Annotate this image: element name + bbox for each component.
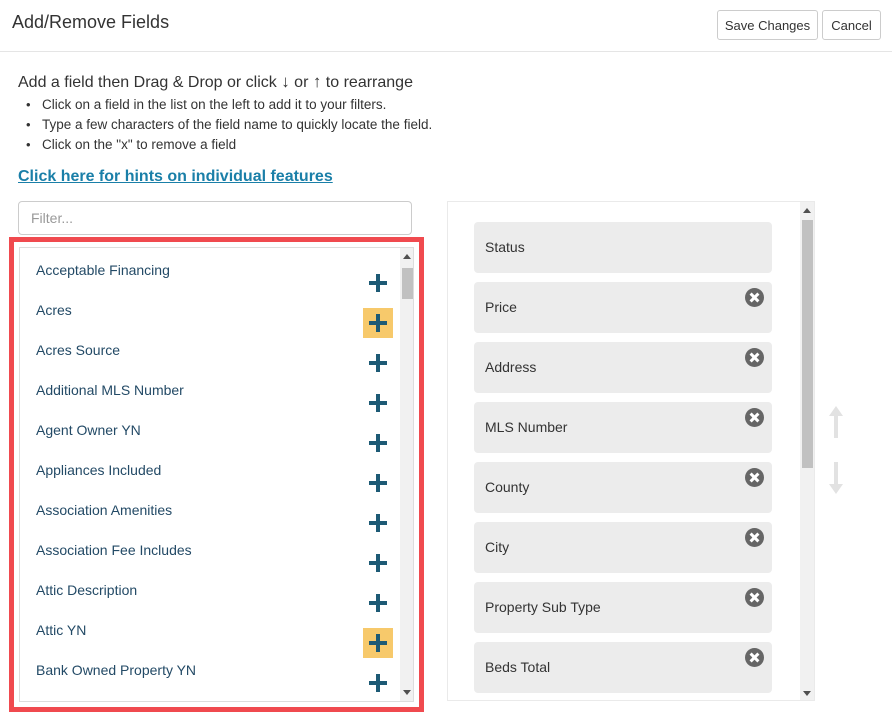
cancel-button[interactable]: Cancel — [822, 10, 881, 40]
available-field-row[interactable]: Bank Owned Property YN — [20, 648, 398, 692]
instruction-item: Type a few characters of the field name … — [26, 117, 432, 137]
available-field-label: Attic Description — [36, 582, 138, 598]
instructions-list: Click on a field in the list on the left… — [26, 97, 432, 157]
selected-field-item[interactable]: Beds Total — [474, 642, 772, 693]
available-field-label: Attic YN — [36, 622, 87, 638]
instruction-item: Click on a field in the list on the left… — [26, 97, 432, 117]
hints-link[interactable]: Click here for hints on individual featu… — [18, 168, 333, 186]
available-field-label: Additional MLS Number — [36, 382, 184, 398]
selected-field-item[interactable]: Address — [474, 342, 772, 393]
arrow-down-icon[interactable] — [826, 460, 846, 494]
arrow-down-glyph: ↓ — [281, 72, 290, 91]
filter-input[interactable] — [18, 201, 412, 235]
available-field-row[interactable]: Acceptable Financing — [20, 248, 398, 292]
add-field-button[interactable] — [363, 668, 393, 698]
remove-circle-x-icon[interactable] — [745, 408, 764, 427]
dialog-header: Add/Remove Fields Save Changes Cancel — [0, 0, 892, 52]
selected-field-item[interactable]: City — [474, 522, 772, 573]
available-field-row[interactable]: Acres Source — [20, 328, 398, 372]
instructions-lead-suffix: to rearrange — [321, 74, 413, 91]
remove-circle-x-icon[interactable] — [745, 528, 764, 547]
selected-field-label: Beds Total — [485, 659, 551, 675]
selected-fields-panel: Status Price Address MLS Number County City Pr… — [447, 201, 815, 701]
available-field-label: Acres Source — [36, 342, 121, 358]
arrow-down-shaft — [834, 462, 838, 486]
scroll-up-arrow-icon[interactable] — [403, 254, 411, 259]
available-field-row[interactable]: Attic Description — [20, 568, 398, 612]
available-field-row[interactable]: Acres — [20, 288, 398, 338]
dialog-title: Add/Remove Fields — [12, 12, 170, 32]
arrow-up-icon[interactable] — [826, 406, 846, 440]
available-field-label: Acceptable Financing — [36, 262, 170, 278]
selected-field-label: Property Sub Type — [485, 599, 601, 615]
remove-circle-x-icon[interactable] — [745, 648, 764, 667]
selected-field-item[interactable]: MLS Number — [474, 402, 772, 453]
scrollbar-thumb[interactable] — [402, 268, 413, 299]
available-fields-list: Acceptable Financing Acres Acres Source Add… — [19, 247, 414, 702]
selected-field-item[interactable]: County — [474, 462, 772, 513]
selected-field-label: County — [485, 479, 530, 495]
arrow-down-head — [829, 484, 843, 494]
scrollbar-thumb[interactable] — [802, 220, 813, 468]
available-fields-scrollbar[interactable] — [400, 248, 413, 701]
selected-field-label: Price — [485, 299, 517, 315]
instruction-item: Click on the "x" to remove a field — [26, 137, 432, 157]
remove-circle-x-icon[interactable] — [745, 288, 764, 307]
selected-field-label: MLS Number — [485, 419, 568, 435]
available-field-row[interactable]: Attic YN — [20, 608, 398, 658]
scroll-up-arrow-icon[interactable] — [803, 208, 811, 213]
available-field-label: Agent Owner YN — [36, 422, 141, 438]
selected-field-label: Status — [485, 239, 525, 255]
instructions-lead-text: Add a field then Drag & Drop or click — [18, 74, 282, 91]
available-field-label: Association Fee Includes — [36, 542, 192, 558]
available-fields-panel: Acceptable Financing Acres Acres Source Add… — [9, 237, 424, 712]
available-field-row[interactable]: Association Fee Includes — [20, 528, 398, 572]
available-field-row[interactable]: Association Amenities — [20, 488, 398, 532]
scroll-down-arrow-icon[interactable] — [803, 691, 811, 696]
remove-circle-x-icon[interactable] — [745, 468, 764, 487]
arrow-up-shaft — [834, 414, 838, 438]
selected-fields-scrollbar[interactable] — [800, 202, 814, 700]
selected-field-label: Address — [485, 359, 537, 375]
save-changes-button[interactable]: Save Changes — [717, 10, 818, 40]
plus-icon — [369, 674, 387, 692]
remove-circle-x-icon[interactable] — [745, 348, 764, 367]
selected-field-label: City — [485, 539, 510, 555]
remove-circle-x-icon[interactable] — [745, 588, 764, 607]
available-field-label: Acres — [36, 302, 72, 318]
available-field-row[interactable]: Appliances Included — [20, 448, 398, 492]
scroll-down-arrow-icon[interactable] — [403, 690, 411, 695]
available-field-row[interactable]: Additional MLS Number — [20, 368, 398, 412]
selected-field-item[interactable]: Property Sub Type — [474, 582, 772, 633]
available-field-row[interactable]: Agent Owner YN — [20, 408, 398, 452]
available-field-label: Appliances Included — [36, 462, 162, 478]
available-field-label: Association Amenities — [36, 502, 173, 518]
available-field-label: Bank Owned Property YN — [36, 662, 197, 678]
instructions-lead: Add a field then Drag & Drop or click ↓ … — [18, 72, 413, 92]
selected-field-item[interactable]: Status — [474, 222, 772, 273]
selected-field-item[interactable]: Price — [474, 282, 772, 333]
instructions-or-text: or — [289, 74, 313, 91]
